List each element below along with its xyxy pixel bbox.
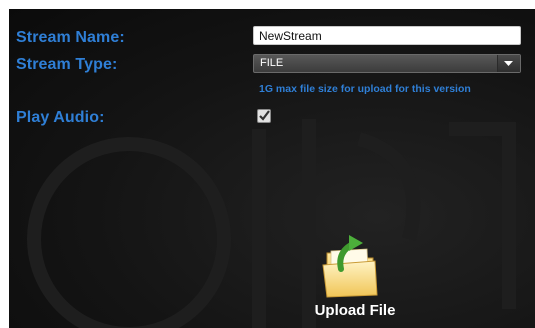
stream-type-selected-value: FILE [260, 57, 284, 69]
upload-size-hint: 1G max file size for upload for this ver… [259, 83, 471, 95]
chevron-down-icon [504, 61, 513, 66]
stream-settings-panel: Stream Name: Stream Type: FILE 1G max fi… [9, 9, 535, 328]
stream-type-dropdown-button[interactable] [497, 55, 520, 72]
stream-name-input[interactable] [253, 26, 521, 45]
stream-type-label: Stream Type: [16, 56, 118, 73]
stream-type-select[interactable]: FILE [253, 54, 521, 73]
play-audio-checkbox[interactable] [257, 109, 271, 123]
play-audio-label: Play Audio: [16, 109, 105, 126]
upload-file-label: Upload File [314, 302, 396, 319]
checkmark-icon [259, 110, 270, 121]
upload-folder-icon [322, 235, 378, 298]
stream-name-label: Stream Name: [16, 29, 125, 46]
upload-file-button[interactable]: Upload File [295, 231, 415, 328]
